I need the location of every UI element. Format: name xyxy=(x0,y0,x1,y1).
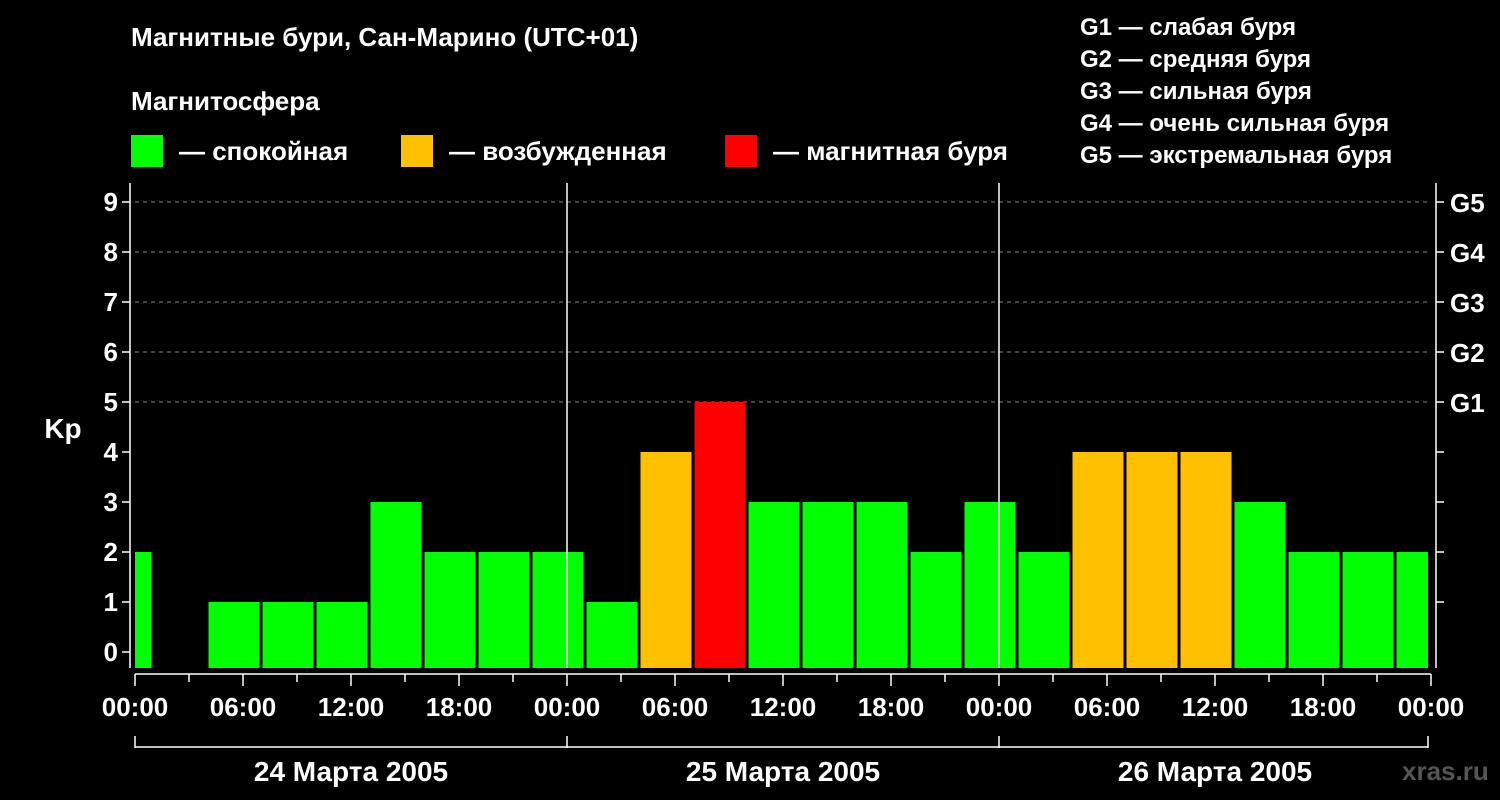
bar-20 xyxy=(1180,452,1232,668)
bar-10 xyxy=(640,452,692,668)
y-tick-label: 4 xyxy=(104,437,119,467)
bar-18 xyxy=(1072,452,1124,668)
x-tick-label: 00:00 xyxy=(534,692,601,722)
y-tick-label: 6 xyxy=(104,337,118,367)
bar-13 xyxy=(802,502,854,668)
bar-16 xyxy=(964,502,1016,668)
bar-17 xyxy=(1018,552,1070,668)
bar-23 xyxy=(1342,552,1394,668)
bar-12 xyxy=(748,502,800,668)
y-tick-label: 8 xyxy=(104,237,118,267)
bar-0 xyxy=(135,552,152,668)
right-tick-label: G3 xyxy=(1450,288,1485,318)
x-tick-label: 12:00 xyxy=(1182,692,1249,722)
bar-7 xyxy=(478,552,530,668)
day-label: 24 Марта 2005 xyxy=(254,756,448,787)
y-axis-label: Kp xyxy=(44,413,81,444)
x-tick-label: 00:00 xyxy=(1398,692,1465,722)
right-tick-label: G5 xyxy=(1450,188,1485,218)
x-tick-label: 00:00 xyxy=(966,692,1033,722)
right-tick-label: G1 xyxy=(1450,388,1485,418)
bar-22 xyxy=(1288,552,1340,668)
x-tick-label: 06:00 xyxy=(1074,692,1141,722)
x-tick-label: 18:00 xyxy=(858,692,925,722)
bar-11 xyxy=(694,402,746,668)
bar-3 xyxy=(262,602,314,668)
bar-6 xyxy=(424,552,476,668)
x-tick-label: 06:00 xyxy=(642,692,709,722)
right-tick-label: G2 xyxy=(1450,338,1485,368)
y-tick-label: 9 xyxy=(104,187,118,217)
y-tick-label: 5 xyxy=(104,387,118,417)
x-tick-label: 18:00 xyxy=(1290,692,1357,722)
bar-15 xyxy=(910,552,962,668)
y-tick-label: 7 xyxy=(104,287,118,317)
bar-24 xyxy=(1396,552,1428,668)
bar-21 xyxy=(1234,502,1286,668)
watermark: xras.ru xyxy=(1402,756,1489,786)
bar-5 xyxy=(370,502,422,668)
day-label: 25 Марта 2005 xyxy=(686,756,880,787)
bar-19 xyxy=(1126,452,1178,668)
y-tick-label: 2 xyxy=(104,537,118,567)
bar-14 xyxy=(856,502,908,668)
bar-9 xyxy=(586,602,638,668)
x-tick-label: 12:00 xyxy=(750,692,817,722)
bar-4 xyxy=(316,602,368,668)
right-tick-label: G4 xyxy=(1450,238,1485,268)
x-tick-label: 06:00 xyxy=(210,692,277,722)
x-tick-label: 18:00 xyxy=(426,692,493,722)
day-label: 26 Марта 2005 xyxy=(1118,756,1312,787)
x-tick-label: 12:00 xyxy=(318,692,385,722)
x-tick-label: 00:00 xyxy=(102,692,169,722)
y-tick-label: 0 xyxy=(104,637,118,667)
bar-2 xyxy=(208,602,260,668)
bar-8 xyxy=(532,552,584,668)
kp-bar-chart: 0 1 2 3 4 5 6 7 8 9 G1 G2 G3 G4 G5 Kp 00:00 06:00 12:00 18:… xyxy=(44,183,1485,787)
y-tick-label: 1 xyxy=(104,587,118,617)
y-tick-label: 3 xyxy=(104,487,118,517)
